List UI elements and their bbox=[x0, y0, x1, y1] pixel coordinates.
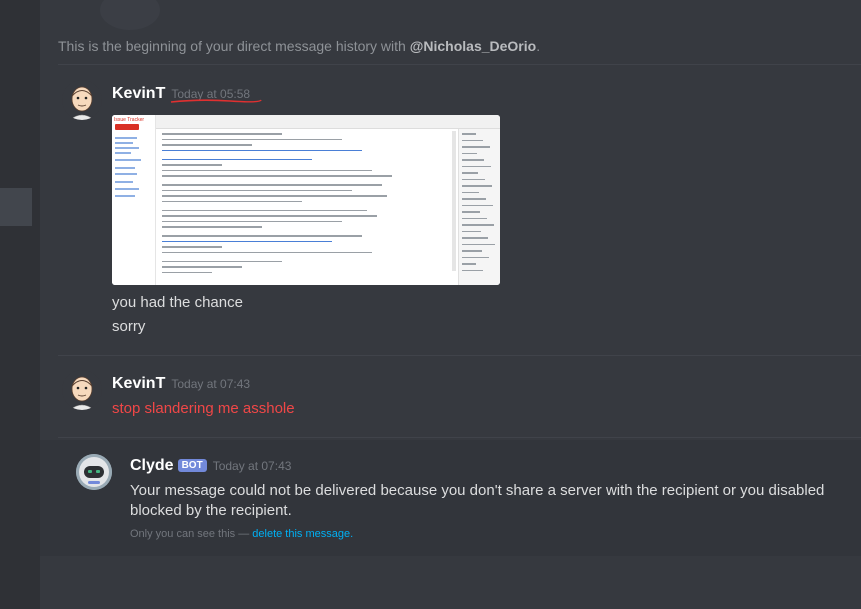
attachment-sidebar: Issue Tracker bbox=[112, 115, 156, 285]
attachment-detail-line bbox=[462, 139, 483, 141]
attachment-detail-line bbox=[462, 243, 495, 245]
discord-logo-watermark bbox=[100, 0, 160, 30]
attachment-text-line bbox=[162, 226, 262, 228]
attachment-detail-line bbox=[462, 211, 480, 213]
attachment-text-line bbox=[162, 215, 377, 217]
attachment-detail-line bbox=[462, 152, 477, 154]
attachment-detail-line bbox=[462, 237, 488, 239]
attachment-line bbox=[115, 147, 139, 149]
attachment-text-line bbox=[162, 246, 222, 248]
clyde-username[interactable]: Clyde BOT Today at 07:43 bbox=[130, 457, 291, 475]
attachment-text-line bbox=[162, 271, 212, 273]
delete-message-link[interactable]: delete this message. bbox=[252, 528, 353, 540]
attachment-detail-line bbox=[462, 263, 476, 265]
clyde-avatar[interactable] bbox=[76, 454, 112, 490]
attachment-detail-line bbox=[462, 250, 482, 252]
attachment-text-line bbox=[162, 184, 382, 186]
attachment-detail-line bbox=[462, 178, 485, 180]
attachment-body bbox=[156, 129, 458, 285]
attachment-details-panel bbox=[458, 129, 500, 285]
message-text: stop slandering me asshole bbox=[112, 400, 295, 417]
attachment-detail-line bbox=[462, 172, 478, 174]
attachment-text-line bbox=[162, 240, 332, 242]
attachment-detail-line bbox=[462, 185, 492, 187]
attachment-detail-line bbox=[462, 230, 481, 232]
timestamp: Today at 07:43 bbox=[171, 377, 251, 391]
attachment-line bbox=[115, 195, 135, 197]
attachment-detail-line bbox=[462, 146, 490, 148]
attachment-text-line bbox=[162, 149, 362, 151]
attachment-text-line bbox=[162, 235, 362, 237]
attachment-detail-line bbox=[462, 256, 489, 258]
divider bbox=[58, 64, 861, 65]
clyde-line-2: blocked by the recipient. bbox=[130, 502, 292, 519]
attachment-text-line bbox=[162, 200, 302, 202]
avatar[interactable] bbox=[62, 370, 102, 410]
attachment-line bbox=[115, 137, 137, 139]
history-start-text: This is the beginning of your direct mes… bbox=[58, 38, 540, 54]
attachment-detail-line bbox=[462, 191, 479, 193]
clyde-line-1: Your message could not be delivered beca… bbox=[130, 482, 825, 499]
attachment-text-line bbox=[162, 175, 392, 177]
red-scribble-underline bbox=[170, 99, 262, 103]
divider bbox=[58, 437, 861, 438]
divider bbox=[58, 355, 861, 356]
attachment-line bbox=[115, 159, 141, 161]
attachment-detail-line bbox=[462, 269, 483, 271]
attachment-detail-line bbox=[462, 159, 484, 161]
clyde-name-text: Clyde bbox=[130, 457, 174, 474]
attachment-line bbox=[115, 142, 133, 144]
history-prefix: This is the beginning of your direct mes… bbox=[58, 38, 410, 54]
attachment-create-button bbox=[115, 124, 139, 130]
attachment-detail-line bbox=[462, 217, 487, 219]
attachment-text-line bbox=[162, 158, 312, 160]
timestamp: Today at 07:43 bbox=[212, 459, 292, 473]
history-user: @Nicholas_DeOrio bbox=[409, 38, 537, 54]
attachment-detail-line bbox=[462, 204, 493, 206]
image-attachment[interactable]: Issue Tracker bbox=[112, 115, 500, 285]
attachment-detail-line bbox=[462, 133, 476, 135]
attachment-line bbox=[115, 181, 133, 183]
attachment-text-line bbox=[162, 209, 367, 211]
attachment-line bbox=[115, 152, 131, 154]
attachment-text-line bbox=[162, 220, 342, 222]
attachment-text-line bbox=[162, 133, 282, 135]
attachment-text-line bbox=[162, 260, 282, 262]
attachment-text-line bbox=[162, 195, 387, 197]
left-rail bbox=[0, 0, 40, 609]
attachment-detail-line bbox=[462, 224, 494, 226]
attachment-app-title: Issue Tracker bbox=[114, 117, 145, 123]
ephemeral-note-text: Only you can see this — bbox=[130, 528, 253, 540]
bot-tag: BOT bbox=[177, 459, 207, 472]
attachment-line bbox=[115, 173, 137, 175]
attachment-text-line bbox=[162, 251, 372, 253]
attachment-scrollbar bbox=[452, 131, 456, 271]
attachment-detail-line bbox=[462, 165, 491, 167]
attachment-text-line bbox=[162, 144, 252, 146]
attachment-toolbar bbox=[112, 115, 500, 129]
attachment-text-line bbox=[162, 138, 342, 140]
attachment-text-line bbox=[162, 266, 242, 268]
attachment-text-line bbox=[162, 169, 372, 171]
username[interactable]: KevinT Today at 07:43 bbox=[112, 375, 250, 393]
ephemeral-note: Only you can see this — delete this mess… bbox=[130, 528, 353, 540]
selected-channel-indicator[interactable] bbox=[0, 188, 32, 226]
avatar[interactable] bbox=[62, 80, 102, 120]
history-suffix: . bbox=[536, 38, 541, 54]
chat-pane: This is the beginning of your direct mes… bbox=[40, 0, 861, 609]
message-text: you had the chance bbox=[112, 294, 243, 311]
attachment-line bbox=[115, 188, 139, 190]
attachment-detail-line bbox=[462, 198, 486, 200]
attachment-line bbox=[115, 167, 135, 169]
username-text: KevinT bbox=[112, 85, 166, 102]
attachment-text-line bbox=[162, 164, 222, 166]
clyde-message-text: Your message could not be delivered beca… bbox=[130, 481, 861, 521]
attachment-text-line bbox=[162, 189, 352, 191]
username-text: KevinT bbox=[112, 375, 166, 392]
message-text: sorry bbox=[112, 318, 146, 335]
